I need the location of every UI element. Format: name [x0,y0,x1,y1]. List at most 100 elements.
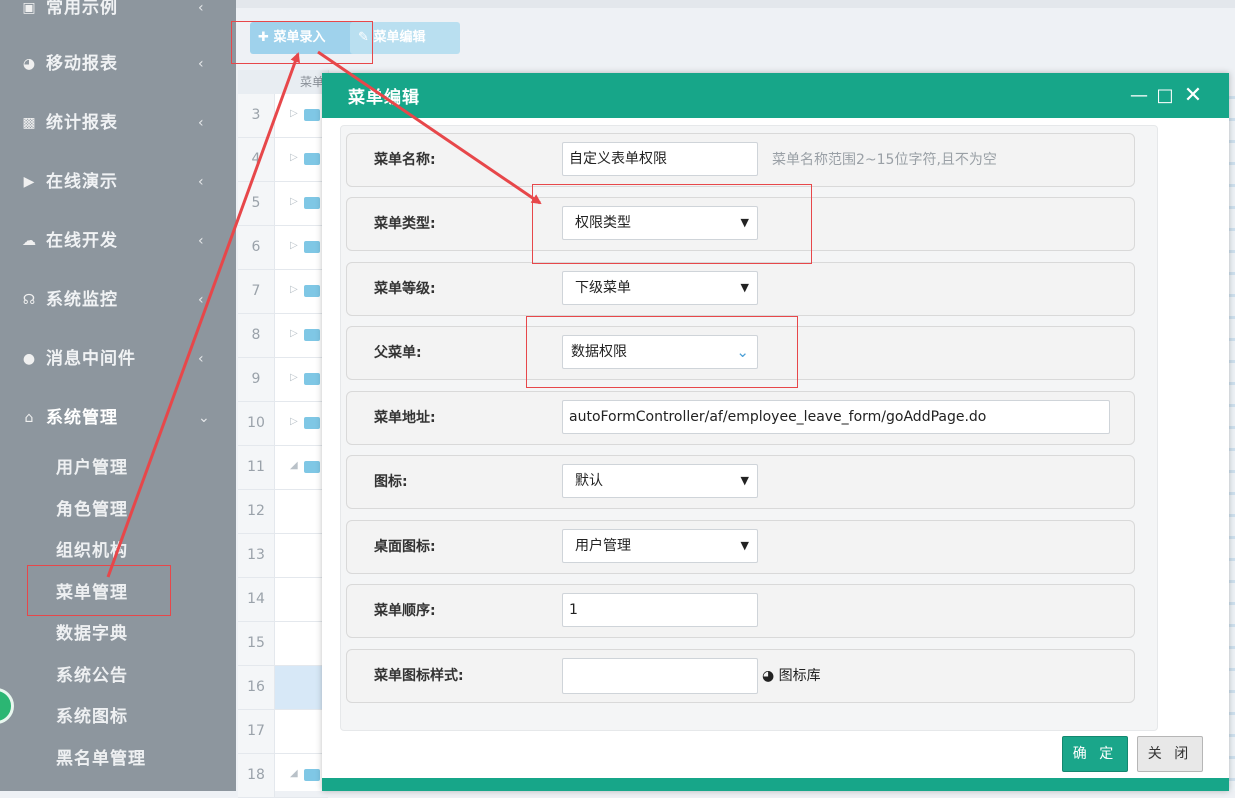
folder-icon [304,373,320,385]
folder-open-icon [304,461,320,473]
folder-icon [304,329,320,341]
table-row[interactable]: 6 ▷ [238,226,328,270]
table-row[interactable]: 5 ▷ [238,182,328,226]
annotation-box-menu [27,565,171,616]
sidebar: ▣ 常用示例 ‹ ◕ 移动报表 ‹ ▩ 统计报表 ‹ ▶ 在线演示 ‹ ☁ 在线… [0,0,236,791]
sidebar-subitem-icons[interactable]: 系统图标 [56,702,128,732]
expand-icon[interactable]: ▷ [290,328,298,339]
eye-slash-icon: ◕ [762,668,775,684]
book-icon: ▣ [22,0,36,16]
table-row[interactable]: 12 [238,490,328,534]
collapse-icon[interactable]: ◢ [290,460,298,471]
folder-icon [304,153,320,165]
menu-name-hint: 菜单名称范围2~15位字符,且不为空 [772,152,997,168]
folder-icon [304,285,320,297]
close-icon[interactable]: ✕ [1182,81,1204,111]
field-row-url: 菜单地址: autoFormController/af/employee_lea… [346,391,1135,445]
headset-icon: ☊ [22,292,36,308]
chevron-left-icon: ‹ [198,115,204,131]
table-row[interactable]: 4 ▷ [238,138,328,182]
field-row-order: 菜单顺序: 1 [346,584,1135,638]
dropdown-arrow-icon: ▼ [740,474,749,487]
chevron-down-icon: ⌄ [198,410,210,426]
table-row[interactable]: 18 ◢ [238,754,328,798]
expand-icon[interactable]: ▷ [290,240,298,251]
table-row[interactable]: 9 ▷ [238,358,328,402]
expand-icon[interactable]: ▷ [290,196,298,207]
minimize-icon[interactable]: — [1128,81,1150,111]
floating-badge[interactable] [0,688,14,724]
dropdown-arrow-icon: ▼ [740,539,749,552]
bar-chart-icon: ▩ [22,115,36,131]
chevron-left-icon: ‹ [198,292,204,308]
dialog-header: 菜单编辑 — □ ✕ [322,73,1229,118]
field-row-icon: 图标: 默认 ▼ [346,455,1135,509]
field-row-desktop-icon: 桌面图标: 用户管理 ▼ [346,520,1135,574]
menu-order-input[interactable]: 1 [562,593,758,627]
sidebar-item-mobile-report[interactable]: ◕ 移动报表 ‹ [0,44,236,84]
expand-icon[interactable]: ▷ [290,284,298,295]
table-row[interactable]: 3 ▷ [238,94,328,138]
expand-icon[interactable]: ▷ [290,416,298,427]
pie-chart-icon: ◕ [22,56,36,72]
confirm-button[interactable]: 确 定 [1062,736,1128,772]
icon-style-input[interactable] [562,658,758,694]
maximize-icon[interactable]: □ [1154,81,1176,111]
grid-header: 菜单 [238,70,328,94]
play-circle-icon: ▶ [23,174,35,190]
folder-icon [304,241,320,253]
collapse-icon[interactable]: ◢ [290,768,298,779]
chevron-left-icon: ‹ [198,174,204,190]
icon-select[interactable]: 默认 ▼ [562,464,758,498]
sidebar-item-stats-report[interactable]: ▩ 统计报表 ‹ [0,103,236,143]
desktop-icon-select[interactable]: 用户管理 ▼ [562,529,758,563]
table-row[interactable]: 7 ▷ [238,270,328,314]
right-edge-pattern [1229,96,1235,791]
folder-icon [304,109,320,121]
sidebar-item-message[interactable]: ● 消息中间件 ‹ [0,339,236,379]
cloud-icon: ☁ [22,233,36,249]
dialog-title: 菜单编辑 [348,88,420,108]
table-row[interactable]: 11 ◢ [238,446,328,490]
annotation-box-type [532,184,812,264]
sidebar-subitem-roles[interactable]: 角色管理 [56,495,128,525]
sidebar-subitem-blacklist[interactable]: 黑名单管理 [56,744,146,774]
folder-icon [304,197,320,209]
sidebar-subitem-notice[interactable]: 系统公告 [56,661,128,691]
expand-icon[interactable]: ▷ [290,108,298,119]
table-row[interactable]: 13 [238,534,328,578]
dialog-footer-bar [322,778,1229,791]
menu-edit-dialog: 菜单编辑 — □ ✕ 菜单名称: 自定义表单权限 菜单名称范围2~15位字符,且… [322,73,1229,791]
sidebar-item-monitor[interactable]: ☊ 系统监控 ‹ [0,280,236,320]
table-row[interactable]: 17 [238,710,328,754]
sidebar-item-online-dev[interactable]: ☁ 在线开发 ‹ [0,221,236,261]
menu-name-input[interactable]: 自定义表单权限 [562,142,758,176]
sidebar-subitem-org[interactable]: 组织机构 [56,536,128,566]
expand-icon[interactable]: ▷ [290,372,298,383]
field-row-level: 菜单等级: 下级菜单 ▼ [346,262,1135,316]
chevron-left-icon: ‹ [198,233,204,249]
menu-url-input[interactable]: autoFormController/af/employee_leave_for… [562,400,1110,434]
table-row[interactable]: 10 ▷ [238,402,328,446]
sidebar-subitem-dict[interactable]: 数据字典 [56,619,128,649]
table-row-selected[interactable]: 16 [238,666,328,710]
field-row-icon-style: 菜单图标样式: ◕ 图标库 [346,649,1135,703]
folder-icon [304,417,320,429]
sidebar-item-system[interactable]: ⌂ 系统管理 ⌄ [0,398,236,438]
table-row[interactable]: 8 ▷ [238,314,328,358]
sidebar-item-examples[interactable]: ▣ 常用示例 ‹ [0,0,236,28]
icon-library-link[interactable]: ◕ 图标库 [762,650,821,702]
sidebar-item-online-demo[interactable]: ▶ 在线演示 ‹ [0,162,236,202]
expand-icon[interactable]: ▷ [290,152,298,163]
dropdown-arrow-icon: ▼ [740,281,749,294]
table-row[interactable]: 14 [238,578,328,622]
sidebar-subitem-users[interactable]: 用户管理 [56,453,128,483]
table-row[interactable]: 15 [238,622,328,666]
chevron-left-icon: ‹ [198,351,204,367]
close-button[interactable]: 关 闭 [1137,736,1203,772]
chevron-left-icon: ‹ [198,56,204,72]
chat-icon: ● [22,351,36,367]
top-strip [236,0,1235,8]
menu-level-select[interactable]: 下级菜单 ▼ [562,271,758,305]
annotation-box-parent [526,316,798,388]
